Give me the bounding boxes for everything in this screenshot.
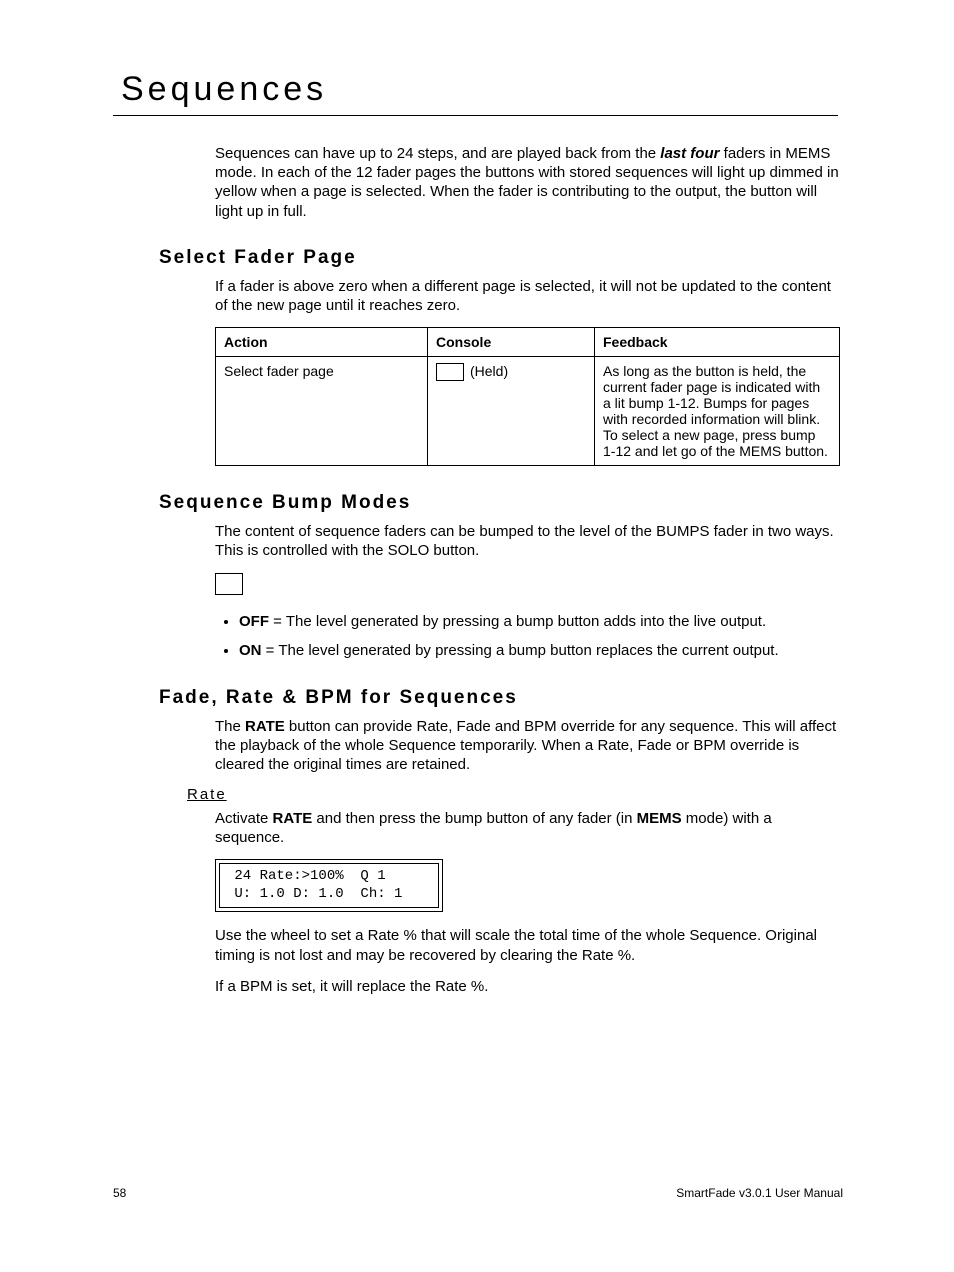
chapter-rule — [113, 115, 838, 116]
rate-label: RATE — [273, 810, 313, 827]
solo-button-box-icon — [215, 573, 243, 595]
page-content: Sequences Sequences can have up to 24 st… — [113, 70, 843, 1008]
fader-page-table: Action Console Feedback Select fader pag… — [215, 327, 840, 466]
sec1-paragraph: If a fader is above zero when a differen… — [215, 277, 840, 315]
th-console: Console — [428, 328, 595, 357]
section-heading-fade-rate-bpm: Fade, Rate & BPM for Sequences — [159, 687, 843, 709]
page-number: 58 — [113, 1186, 126, 1200]
text: button can provide Rate, Fade and BPM ov… — [215, 718, 836, 773]
subheading-rate: Rate — [187, 786, 843, 803]
table-row: Select fader page (Held) As long as the … — [216, 357, 840, 466]
chapter-title: Sequences — [113, 70, 843, 109]
section-heading-sequence-bump-modes: Sequence Bump Modes — [159, 492, 843, 514]
rate-label: RATE — [245, 718, 285, 735]
bump-mode-list: OFF = The level generated by pressing a … — [215, 612, 839, 661]
th-feedback: Feedback — [595, 328, 840, 357]
sec3-paragraph-3: Use the wheel to set a Rate % that will … — [215, 926, 840, 996]
mems-label: MEMS — [637, 810, 682, 827]
td-feedback: As long as the button is held, the curre… — [595, 357, 840, 466]
sec2-paragraph: The content of sequence faders can be bu… — [215, 522, 840, 560]
held-label: (Held) — [470, 363, 508, 379]
text: If a BPM is set, it will replace the Rat… — [215, 977, 840, 996]
th-action: Action — [216, 328, 428, 357]
sec3-paragraph-2: Activate RATE and then press the bump bu… — [215, 809, 840, 847]
lcd-line-2: U: 1.0 D: 1.0 Ch: 1 — [226, 886, 402, 902]
td-console: (Held) — [428, 357, 595, 466]
on-label: ON — [239, 642, 262, 659]
section-heading-select-fader-page: Select Fader Page — [159, 247, 843, 269]
lcd-line-1: 24 Rate:>100% Q 1 — [226, 868, 386, 884]
text: = The level generated by pressing a bump… — [262, 642, 779, 659]
lcd-text: 24 Rate:>100% Q 1 U: 1.0 D: 1.0 Ch: 1 — [219, 863, 439, 908]
text: The — [215, 718, 245, 735]
text: The content of sequence faders can be bu… — [215, 522, 840, 560]
lcd-display: 24 Rate:>100% Q 1 U: 1.0 D: 1.0 Ch: 1 — [215, 859, 443, 912]
text: If a fader is above zero when a differen… — [215, 277, 840, 315]
list-item: ON = The level generated by pressing a b… — [239, 641, 839, 661]
text: Activate — [215, 810, 273, 827]
text: Use the wheel to set a Rate % that will … — [215, 926, 840, 964]
sec3-paragraph-1: The RATE button can provide Rate, Fade a… — [215, 717, 840, 775]
text: Sequences can have up to 24 steps, and a… — [215, 145, 660, 162]
intro-paragraph: Sequences can have up to 24 steps, and a… — [215, 144, 840, 221]
list-item: OFF = The level generated by pressing a … — [239, 612, 839, 632]
table-header-row: Action Console Feedback — [216, 328, 840, 357]
off-label: OFF — [239, 613, 269, 630]
text: = The level generated by pressing a bump… — [269, 613, 766, 630]
text-emph: last four — [660, 145, 719, 162]
td-action: Select fader page — [216, 357, 428, 466]
doc-title: SmartFade v3.0.1 User Manual — [676, 1186, 843, 1200]
button-box-icon — [436, 363, 464, 381]
text: and then press the bump button of any fa… — [312, 810, 636, 827]
page-footer: 58 SmartFade v3.0.1 User Manual — [113, 1186, 843, 1200]
solo-button-row — [215, 573, 843, 600]
